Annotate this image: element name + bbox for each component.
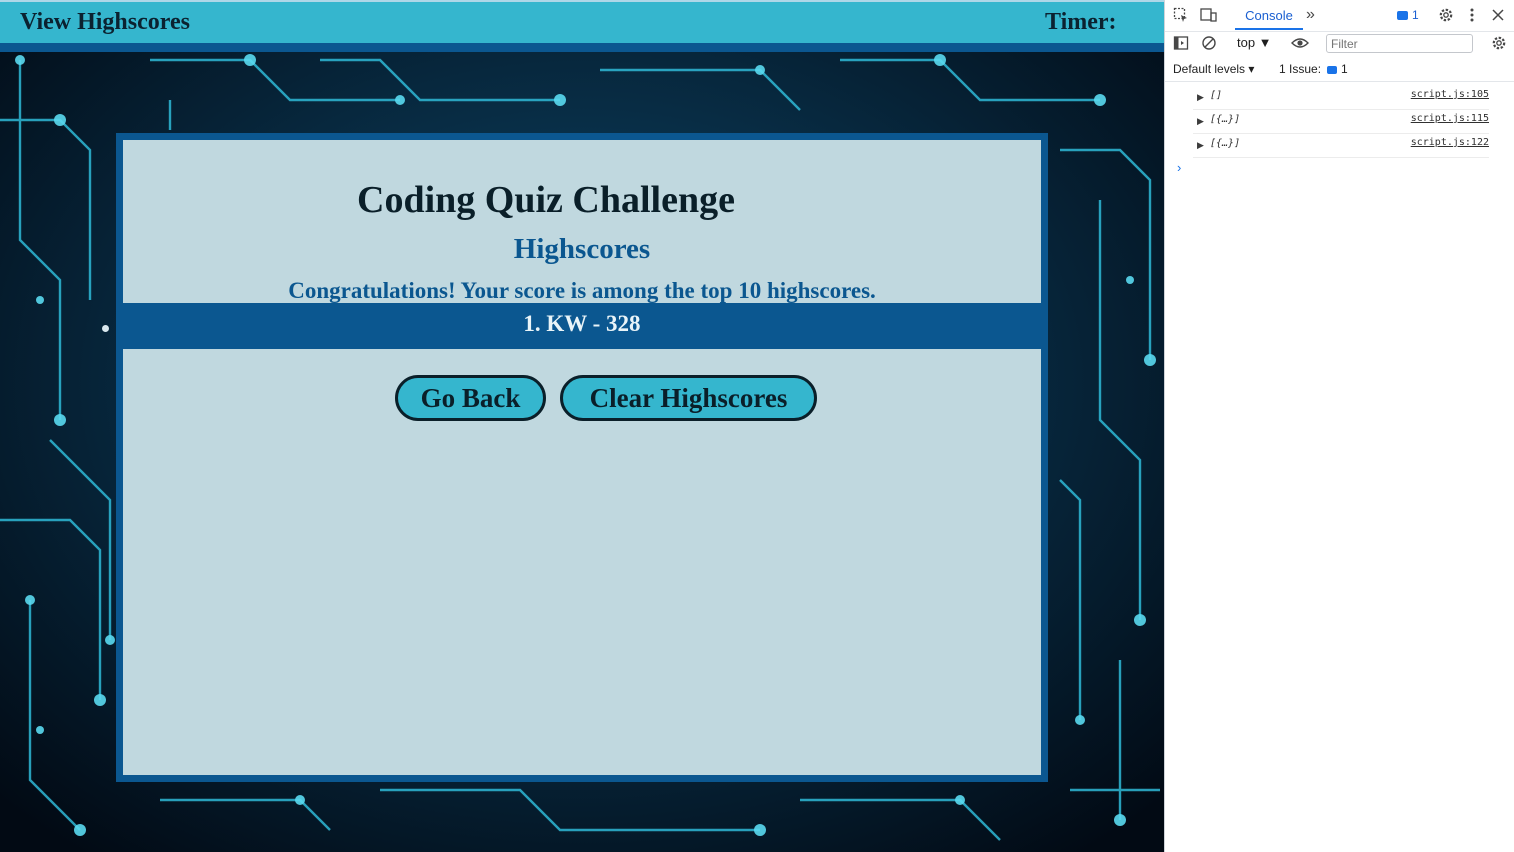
console-message-row[interactable]: ▶ [] script.js:105 <box>1193 86 1489 110</box>
context-selector[interactable]: top ▼ <box>1237 35 1272 50</box>
go-back-button[interactable]: Go Back <box>395 375 546 421</box>
highscore-row: 1. KW - 328 <box>116 303 1048 349</box>
issues-label: 1 Issue: <box>1279 62 1322 76</box>
expand-triangle-icon[interactable]: ▶ <box>1197 116 1204 127</box>
console-levels-bar: Default levels ▾ 1 Issue: 1 <box>1165 56 1514 82</box>
issues-badge-count: 1 <box>1412 8 1419 22</box>
highscores-heading: Highscores <box>513 233 651 265</box>
source-link[interactable]: script.js:122 <box>1411 137 1489 148</box>
congrats-message: Congratulations! Your score is among the… <box>288 278 876 303</box>
highscores-card: Coding Quiz Challenge Highscores Congrat… <box>116 133 1048 782</box>
issues-count: 1 <box>1341 62 1348 76</box>
message-icon <box>1397 11 1408 21</box>
clear-console-icon[interactable] <box>1201 35 1219 53</box>
console-value: [{…}] <box>1210 114 1241 125</box>
expand-triangle-icon[interactable]: ▶ <box>1197 140 1204 151</box>
console-messages: ▶ [] script.js:105 ▶ [{…}] script.js:115… <box>1193 86 1489 158</box>
highscores-card-body: Coding Quiz Challenge Highscores Congrat… <box>123 140 1041 775</box>
console-filter-input[interactable] <box>1326 34 1473 53</box>
device-toolbar-icon[interactable] <box>1200 7 1218 25</box>
issues-badge[interactable]: 1 <box>1397 8 1419 22</box>
issues-link[interactable]: 1 Issue: 1 <box>1279 62 1348 76</box>
inspect-element-icon[interactable] <box>1173 7 1191 25</box>
live-expression-eye-icon[interactable] <box>1291 35 1309 53</box>
console-message-row[interactable]: ▶ [{…}] script.js:115 <box>1193 110 1489 134</box>
console-settings-gear-icon[interactable] <box>1491 35 1509 53</box>
console-value: [{…}] <box>1210 138 1241 149</box>
message-icon <box>1327 65 1338 74</box>
view-highscores-link[interactable]: View Highscores <box>20 9 190 36</box>
console-prompt-chevron-icon[interactable]: › <box>1177 160 1181 175</box>
devtools-toolbar: Console » 1 <box>1165 0 1514 32</box>
page-title: Coding Quiz Challenge <box>357 179 735 221</box>
clear-highscores-button[interactable]: Clear Highscores <box>560 375 817 421</box>
header-bar: View Highscores Timer: <box>0 2 1164 52</box>
devtools-panel: Console » 1 top ▼ Default levels ▾ 1 Iss… <box>1164 0 1514 852</box>
list-bullet <box>102 325 109 332</box>
kebab-menu-icon[interactable] <box>1468 7 1486 25</box>
highscore-list: 1. KW - 328 <box>0 303 1164 349</box>
timer-label: Timer: <box>1045 9 1117 35</box>
highscore-entry: 1. KW - 328 <box>523 311 641 336</box>
gear-icon[interactable] <box>1438 7 1456 25</box>
console-toolbar: top ▼ <box>1165 31 1514 56</box>
source-link[interactable]: script.js:105 <box>1411 89 1489 100</box>
quiz-page: View Highscores Timer: Coding Quiz Chall… <box>0 0 1164 852</box>
console-value: [] <box>1210 90 1223 101</box>
close-icon[interactable] <box>1491 8 1509 26</box>
more-tabs-chevron-icon[interactable]: » <box>1306 6 1315 24</box>
tab-console[interactable]: Console <box>1235 0 1303 30</box>
console-message-row[interactable]: ▶ [{…}] script.js:122 <box>1193 134 1489 158</box>
log-levels-dropdown[interactable]: Default levels ▾ <box>1173 62 1254 76</box>
source-link[interactable]: script.js:115 <box>1411 113 1489 124</box>
sidebar-toggle-icon[interactable] <box>1173 35 1191 53</box>
expand-triangle-icon[interactable]: ▶ <box>1197 92 1204 103</box>
